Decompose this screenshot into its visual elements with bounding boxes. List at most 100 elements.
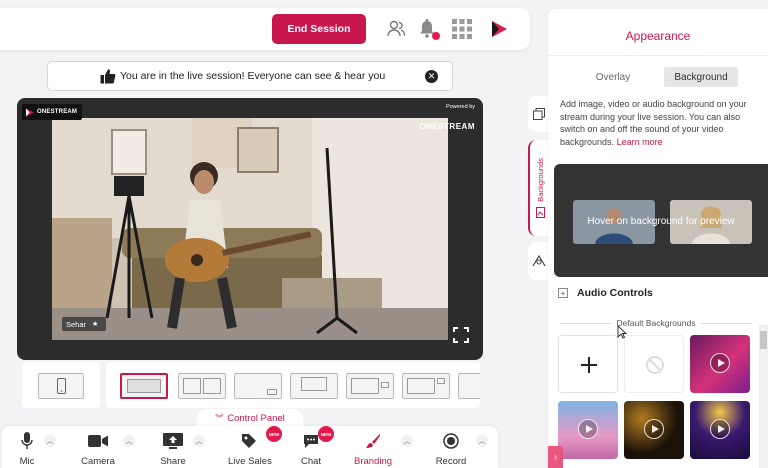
apps-grid-icon[interactable] [451, 18, 473, 40]
add-background-tile[interactable] [558, 335, 618, 393]
side-tab-effects[interactable] [528, 242, 550, 280]
powered-by-label: Powered by [445, 104, 475, 110]
camera-feed [52, 118, 448, 340]
layout-split[interactable] [178, 373, 226, 399]
scrollbar-thumb[interactable] [760, 331, 767, 349]
background-preview: Hover on background for preview [554, 164, 768, 277]
expand-plus-icon: + [558, 288, 568, 298]
live-sales-button[interactable]: NEW Live Sales [228, 426, 282, 467]
divider [548, 55, 768, 56]
tag-icon [242, 434, 256, 448]
branding-label: Branding [353, 456, 393, 467]
participant-name: Sehar [66, 319, 87, 329]
chat-icon [304, 435, 318, 448]
record-label: Record [435, 456, 467, 467]
star-icon[interactable]: ★ [92, 320, 98, 328]
backgrounds-tab-label: Backgrounds [535, 157, 545, 202]
default-backgrounds-heading: Default Backgrounds [560, 318, 753, 328]
audio-controls-toggle[interactable]: + Audio Controls [558, 287, 653, 299]
play-icon [644, 419, 664, 439]
camera-button[interactable]: Camera [78, 432, 118, 467]
none-icon [646, 356, 664, 374]
layers-icon [533, 108, 545, 120]
panel-scrollbar[interactable] [759, 325, 768, 468]
people-icon[interactable] [385, 18, 407, 40]
mic-label: Mic [19, 456, 35, 467]
mic-button[interactable]: Mic [16, 432, 38, 467]
brand-logo-text: ONESTREAM [37, 109, 78, 115]
side-tab-overlays[interactable] [528, 96, 550, 132]
record-icon [443, 433, 459, 449]
background-tile-sparkle[interactable] [690, 401, 750, 459]
play-icon [710, 353, 730, 373]
close-notice-icon[interactable]: ✕ [425, 70, 438, 83]
stream-stage: ONESTREAM Powered by ONESTREAM Sehar ★ [17, 98, 483, 360]
screen-share-icon [163, 433, 183, 449]
new-badge: NEW [266, 426, 282, 442]
background-tile-blossom[interactable] [558, 401, 618, 459]
audio-controls-label: Audio Controls [577, 287, 653, 299]
layout-pip[interactable] [234, 373, 282, 399]
layout-screen-share[interactable] [290, 373, 338, 399]
mobile-layout-panel [22, 362, 100, 408]
camera-options-chevron-icon[interactable]: ︿ [123, 435, 135, 447]
panel-title: Appearance [625, 29, 691, 43]
layout-single[interactable] [120, 373, 168, 399]
no-background-tile[interactable] [624, 335, 684, 393]
participant-name-tag: Sehar ★ [62, 317, 106, 331]
powered-by-watermark: Powered by ONESTREAM [419, 104, 475, 131]
tab-background[interactable]: Background [664, 67, 738, 87]
mobile-layout-option[interactable] [38, 373, 84, 399]
image-icon [535, 207, 545, 219]
watermark-text: ONESTREAM [419, 122, 475, 131]
chat-button[interactable]: NEW Chat [300, 426, 334, 467]
fullscreen-icon[interactable] [453, 327, 469, 348]
camera-label: Camera [81, 456, 115, 467]
brand-logo: ONESTREAM [22, 104, 82, 120]
side-tabs: Backgrounds [528, 96, 550, 286]
phone-icon [57, 378, 66, 394]
mic-icon [21, 432, 33, 449]
play-icon [710, 419, 730, 439]
play-icon [578, 419, 598, 439]
control-panel: Mic ︿ Camera ︿ Share ︿ NEW Live Sales NE… [2, 426, 498, 468]
paint-brush-icon [366, 434, 380, 448]
tab-overlay[interactable]: Overlay [578, 67, 648, 87]
background-tile-video[interactable] [690, 335, 750, 393]
mic-options-chevron-icon[interactable]: ︿ [44, 435, 56, 447]
top-bar: End Session [0, 8, 530, 50]
background-description: Add image, video or audio background on … [560, 98, 764, 148]
layout-side-bar[interactable] [346, 373, 394, 399]
thumbs-up-icon [100, 68, 116, 87]
learn-more-link[interactable]: Learn more [617, 137, 663, 147]
notification-dot [432, 32, 440, 40]
mouse-cursor-icon [617, 325, 627, 339]
effects-icon [532, 255, 546, 267]
expand-panel-chevron-icon[interactable]: › [548, 446, 563, 468]
layout-more[interactable] [458, 373, 480, 399]
branding-options-chevron-icon[interactable]: ︿ [401, 435, 413, 447]
background-tile-bokeh[interactable] [624, 401, 684, 459]
appearance-panel: Appearance Overlay Background Add image,… [548, 9, 768, 468]
chevron-down-icon: ︾ [215, 413, 224, 423]
new-badge: NEW [318, 426, 334, 442]
live-sales-label: Live Sales [228, 456, 272, 467]
side-tab-backgrounds[interactable]: Backgrounds [528, 140, 550, 236]
share-options-chevron-icon[interactable]: ︿ [193, 435, 205, 447]
preview-hint: Hover on background for preview [587, 216, 735, 227]
control-panel-label: Control Panel [227, 412, 285, 424]
camera-feed-image [52, 118, 448, 340]
live-notice-bar: You are in the live session! Everyone ca… [47, 61, 453, 91]
share-button[interactable]: Share [158, 432, 188, 467]
control-panel-toggle[interactable]: ︾ Control Panel [197, 409, 303, 427]
record-button[interactable]: Record [434, 432, 468, 467]
layout-side-stack[interactable] [402, 373, 450, 399]
onestream-logo-icon[interactable] [488, 18, 510, 40]
branding-button[interactable]: Branding [351, 432, 395, 467]
record-options-chevron-icon[interactable]: ︿ [476, 435, 488, 447]
layout-options-strip [106, 362, 480, 408]
default-backgrounds-label: Default Backgrounds [616, 318, 696, 328]
bell-icon[interactable] [416, 18, 440, 40]
end-session-button[interactable]: End Session [272, 14, 366, 44]
share-label: Share [160, 456, 186, 467]
